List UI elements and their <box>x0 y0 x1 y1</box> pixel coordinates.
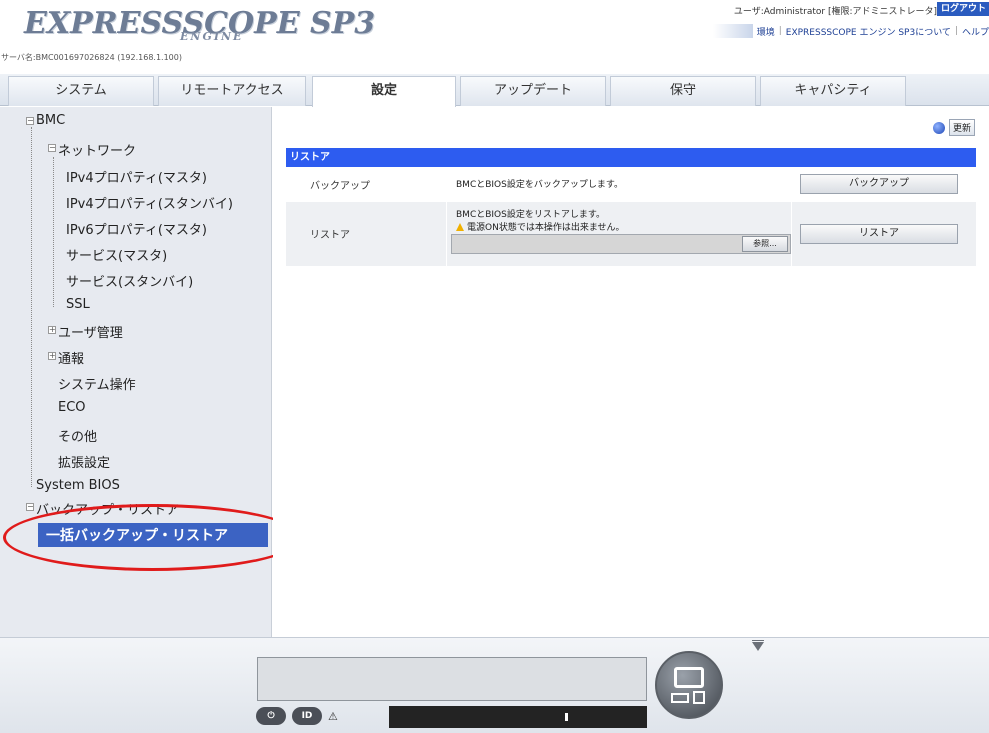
sidebar-item-service-standby[interactable]: サービス(スタンバイ) <box>66 271 193 290</box>
column-separator <box>791 202 792 266</box>
tab-bar: システム リモートアクセス 設定 アップデート 保守 キャパシティ <box>0 74 989 107</box>
sidebar-item-network[interactable]: ネットワーク <box>58 140 136 159</box>
sidebar-item-bmc[interactable]: BMC <box>36 113 65 128</box>
sidebar-item-ipv6-master[interactable]: IPv6プロパティ(マスタ) <box>66 219 207 238</box>
sidebar-item-ssl[interactable]: SSL <box>66 297 90 312</box>
refresh-icon[interactable] <box>932 121 945 134</box>
restore-file-input[interactable]: 参照... <box>451 234 791 254</box>
server-name: サーバ名:BMC001697026824 (192.168.1.100) <box>1 53 182 62</box>
header-decoration <box>712 24 753 38</box>
browse-button[interactable]: 参照... <box>742 236 788 252</box>
env-link[interactable]: 環境 <box>757 25 775 38</box>
header: EXPRESSSCOPE SP3 ENGINE サーバ名:BMC00169702… <box>0 0 989 74</box>
expand-icon[interactable]: + <box>48 352 56 360</box>
link-separator: | <box>778 26 782 36</box>
restore-warning: 電源ON状態では本操作は出来ません。 <box>456 220 625 233</box>
tab-remote-access[interactable]: リモートアクセス <box>158 76 306 106</box>
link-separator: | <box>954 26 958 36</box>
sidebar-item-bulk-backup-restore[interactable]: 一括バックアップ・リストア <box>38 523 268 547</box>
main-panel: 更新 リストア バックアップ BMCとBIOS設定をバックアップします。 バック… <box>273 107 989 637</box>
keyboard-icon <box>671 693 689 703</box>
section-header: リストア <box>286 148 976 167</box>
restore-button[interactable]: リストア <box>800 224 958 244</box>
bar-handle[interactable] <box>565 713 568 721</box>
product-logo-sub: ENGINE <box>180 30 244 43</box>
expand-icon[interactable]: + <box>48 326 56 334</box>
sidebar-item-ipv4-standby[interactable]: IPv4プロパティ(スタンバイ) <box>66 193 233 212</box>
dropdown-arrow-icon[interactable] <box>752 642 764 651</box>
tab-update[interactable]: アップデート <box>460 76 606 106</box>
tab-system[interactable]: システム <box>8 76 154 106</box>
logout-button[interactable]: ログアウト <box>937 2 989 16</box>
backup-label: バックアップ <box>310 181 370 192</box>
sidebar-tree: − BMC − ネットワーク IPv4プロパティ(マスタ) IPv4プロパティ(… <box>0 107 272 637</box>
remote-console-icon[interactable] <box>655 651 723 719</box>
media-icon <box>693 691 705 704</box>
tree-guide <box>53 157 54 307</box>
column-separator <box>446 202 447 266</box>
collapse-icon[interactable]: − <box>26 503 34 511</box>
help-link[interactable]: ヘルプ <box>962 25 989 38</box>
restore-row: リストア BMCとBIOS設定をリストアします。 電源ON状態では本操作は出来ま… <box>286 202 976 266</box>
sidebar-item-ipv4-master[interactable]: IPv4プロパティ(マスタ) <box>66 167 207 186</box>
about-link[interactable]: EXPRESSSCOPE エンジン SP3について <box>786 25 951 38</box>
refresh-button[interactable]: 更新 <box>948 119 975 136</box>
tab-capacity[interactable]: キャパシティ <box>760 76 906 106</box>
monitor-icon <box>674 667 704 688</box>
backup-description: BMCとBIOS設定をバックアップします。 <box>456 180 623 190</box>
refresh-area: 更新 <box>932 119 975 136</box>
tab-settings[interactable]: 設定 <box>312 76 456 107</box>
id-led-button[interactable]: ID <box>292 707 322 725</box>
sidebar-item-eco[interactable]: ECO <box>58 400 86 415</box>
bottom-panel: ⏻ ID ⚠ <box>0 637 989 733</box>
restore-warning-text: 電源ON状態では本操作は出来ません。 <box>467 223 625 233</box>
sidebar-item-other[interactable]: その他 <box>58 426 97 445</box>
warning-indicator-icon: ⚠ <box>328 709 338 723</box>
user-info: ユーザ:Administrator [権限:アドミニストレータ] <box>733 7 937 17</box>
top-links: 環境 | EXPRESSSCOPE エンジン SP3について | ヘルプ <box>712 22 989 40</box>
power-icon[interactable]: ⏻ <box>256 707 286 725</box>
backup-row: バックアップ BMCとBIOS設定をバックアップします。 バックアップ <box>286 169 976 199</box>
backup-button[interactable]: バックアップ <box>800 174 958 194</box>
status-display <box>257 657 647 701</box>
tree-guide <box>31 127 32 487</box>
sidebar-item-user-mgmt[interactable]: ユーザ管理 <box>58 322 123 341</box>
sidebar-item-extended[interactable]: 拡張設定 <box>58 452 110 471</box>
tab-maintenance[interactable]: 保守 <box>610 76 756 106</box>
collapse-icon[interactable]: − <box>48 144 56 152</box>
sidebar-item-backup-restore[interactable]: バックアップ・リストア <box>36 499 179 518</box>
collapse-icon[interactable]: − <box>26 117 34 125</box>
sidebar-item-system-op[interactable]: システム操作 <box>58 374 136 393</box>
sidebar-item-notification[interactable]: 通報 <box>58 348 84 367</box>
warning-icon <box>456 222 464 231</box>
sidebar-item-system-bios[interactable]: System BIOS <box>36 478 120 493</box>
restore-label: リストア <box>310 230 350 241</box>
console-bar <box>389 706 647 728</box>
power-controls: ⏻ ID ⚠ <box>256 707 338 725</box>
sidebar-item-service-master[interactable]: サービス(マスタ) <box>66 245 167 264</box>
menu-line <box>752 640 764 641</box>
restore-description: BMCとBIOS設定をリストアします。 <box>456 210 605 220</box>
